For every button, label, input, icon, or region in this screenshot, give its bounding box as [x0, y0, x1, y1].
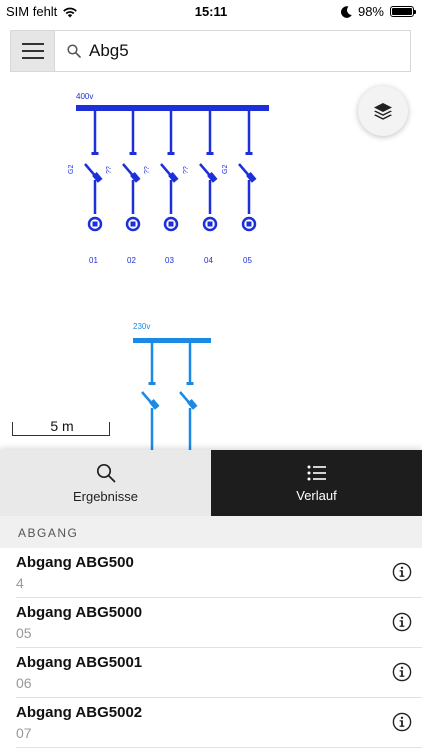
list-item-title: Abgang ABG5000: [16, 604, 143, 621]
feeder-terminal: [129, 152, 137, 155]
feeder-terminal: [148, 382, 156, 385]
tab-verlauf[interactable]: Verlauf: [211, 450, 422, 516]
list-item-title: Abgang ABG5002: [16, 704, 143, 721]
map-scale: 5 m: [12, 416, 112, 438]
list-item[interactable]: Abgang ABG5002 07: [16, 698, 422, 748]
info-icon[interactable]: [392, 712, 412, 732]
scale-label: 5 m: [50, 418, 74, 434]
feeder-terminal: [186, 382, 194, 385]
bottom-tabs: Ergebnisse Verlauf: [0, 450, 422, 516]
battery-percent: 98%: [357, 4, 384, 19]
feeder-terminal: [245, 152, 253, 155]
outlet-core: [246, 221, 252, 227]
list-item[interactable]: Abgang ABG500 4: [16, 548, 422, 598]
moon-icon: [340, 5, 352, 18]
fuse-label: ??: [144, 166, 151, 174]
list-item-title: Abgang ABG500: [16, 554, 134, 571]
panel2-busbar: [133, 338, 211, 343]
feeder-terminal: [91, 152, 99, 155]
search-icon: [67, 44, 81, 58]
outlet-core: [168, 221, 174, 227]
outlet-core: [130, 221, 136, 227]
layers-icon: [374, 103, 392, 120]
map-view[interactable]: 400v G2 01?? 02?? 03?? 04 G2 05 230v: [0, 74, 422, 450]
search-field[interactable]: [55, 31, 410, 71]
list-icon: [307, 465, 326, 480]
list-item-subtitle: 4: [16, 575, 24, 591]
panel1-busbar: [76, 105, 269, 111]
info-icon[interactable]: [392, 562, 412, 582]
feeder-terminal: [167, 152, 175, 155]
info-icon[interactable]: [392, 662, 412, 682]
list-item-title: Abgang ABG5001: [16, 654, 143, 671]
hamburger-menu-icon: [21, 43, 44, 45]
section-header: ABGANG: [0, 516, 422, 548]
panel1-voltage-label: 400v: [76, 92, 93, 101]
search-bar: [10, 30, 411, 72]
result-list: Abgang ABG500 4 Abgang ABG5000 05 Abgang ABG…: [0, 548, 422, 748]
circuit-diagram[interactable]: 400v G2 01?? 02?? 03?? 04 G2 05 230v: [0, 74, 422, 450]
fuse-label: ??: [106, 166, 113, 174]
status-right: 98%: [340, 4, 416, 19]
layers-button[interactable]: [358, 86, 408, 136]
list-item[interactable]: Abgang ABG5001 06: [16, 648, 422, 698]
status-bar: SIM fehlt 15:11 98%: [0, 0, 422, 22]
output-label: 01: [89, 256, 98, 265]
fuse-label: G2: [68, 165, 75, 174]
panel2-voltage-label: 230v: [133, 322, 150, 331]
fuse-label: G2: [222, 165, 229, 174]
feeder-terminal: [206, 152, 214, 155]
list-item[interactable]: Abgang ABG5000 05: [16, 598, 422, 648]
output-label: 02: [127, 256, 136, 265]
outlet-core: [92, 221, 98, 227]
search-icon: [96, 463, 115, 482]
info-icon[interactable]: [392, 612, 412, 632]
list-item-subtitle: 07: [16, 725, 32, 741]
panel2-feeders: [141, 343, 198, 450]
output-label: 05: [243, 256, 252, 265]
fuse-label: ??: [183, 166, 190, 174]
tab-ergebnisse-label: Ergebnisse: [72, 488, 139, 504]
list-item-subtitle: 06: [16, 675, 32, 691]
tab-ergebnisse[interactable]: Ergebnisse: [0, 450, 211, 516]
battery-icon: [390, 6, 416, 17]
panel1-feeders: G2 01?? 02?? 03?? 04 G2 05: [68, 111, 257, 265]
outlet-core: [207, 221, 213, 227]
menu-button[interactable]: [11, 31, 55, 71]
output-label: 04: [204, 256, 213, 265]
tab-verlauf-label: Verlauf: [296, 487, 337, 503]
list-item-subtitle: 05: [16, 625, 32, 641]
search-input[interactable]: [89, 41, 389, 61]
output-label: 03: [165, 256, 174, 265]
battery-fill: [392, 8, 412, 15]
